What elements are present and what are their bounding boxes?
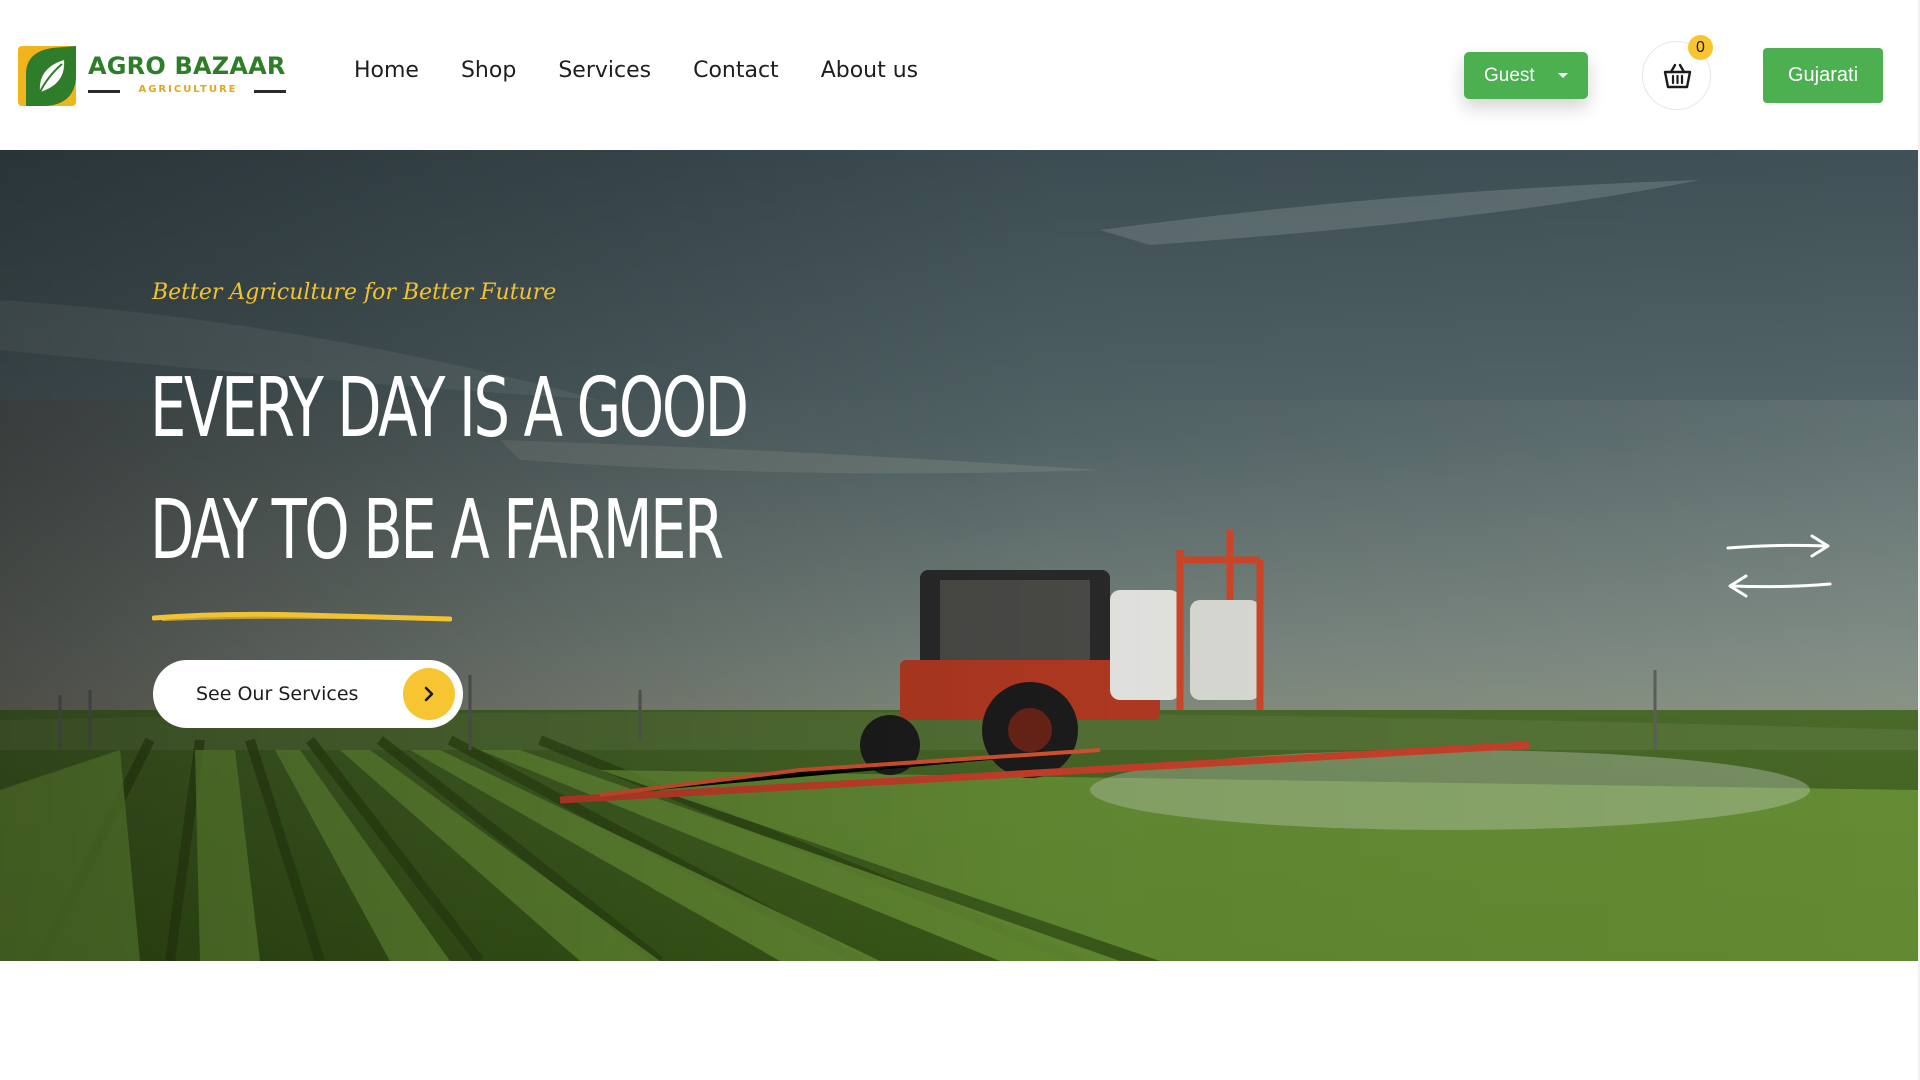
- nav-contact[interactable]: Contact: [693, 58, 779, 83]
- hero-headline: Every Day Is A Good Day To Be A Farmer: [150, 348, 749, 592]
- hero-headline-line-1: Every Day Is A Good: [150, 361, 749, 456]
- cart-button[interactable]: 0: [1642, 35, 1713, 110]
- arrow-left-icon[interactable]: [1726, 570, 1832, 602]
- hero-slider: Better Agriculture for Better Future Eve…: [0, 150, 1918, 961]
- main-nav: Home Shop Services Contact About us: [354, 58, 960, 83]
- guest-dropdown-button[interactable]: Guest: [1464, 52, 1588, 99]
- cta-label: See Our Services: [196, 683, 359, 705]
- brand-tagline: AGRICULTURE: [88, 84, 288, 98]
- brand-tagline-text: AGRICULTURE: [138, 84, 238, 95]
- arrow-right-icon[interactable]: [1726, 530, 1832, 562]
- nav-about-us[interactable]: About us: [821, 58, 918, 83]
- caret-down-icon: [1558, 73, 1568, 78]
- hero-headline-line-2: Day To Be A Farmer: [150, 483, 724, 578]
- nav-shop[interactable]: Shop: [461, 58, 516, 83]
- brush-underline-decoration: [152, 611, 452, 622]
- nav-services[interactable]: Services: [558, 58, 651, 83]
- site-header: AGRO BAZAAR AGRICULTURE Home Shop Servic…: [0, 0, 1918, 150]
- language-button[interactable]: Gujarati: [1763, 48, 1883, 103]
- brand-name: AGRO BAZAAR: [88, 52, 286, 80]
- nav-home[interactable]: Home: [354, 58, 419, 83]
- see-our-services-button[interactable]: See Our Services: [153, 660, 463, 728]
- guest-label: Guest: [1484, 64, 1535, 86]
- hero-tagline: Better Agriculture for Better Future: [152, 280, 557, 305]
- site-logo[interactable]: AGRO BAZAAR AGRICULTURE: [18, 44, 288, 110]
- basket-icon: [1663, 63, 1692, 89]
- chevron-right-icon: [403, 668, 455, 720]
- leaf-logo-icon: [18, 46, 76, 106]
- cart-count-badge: 0: [1688, 35, 1713, 60]
